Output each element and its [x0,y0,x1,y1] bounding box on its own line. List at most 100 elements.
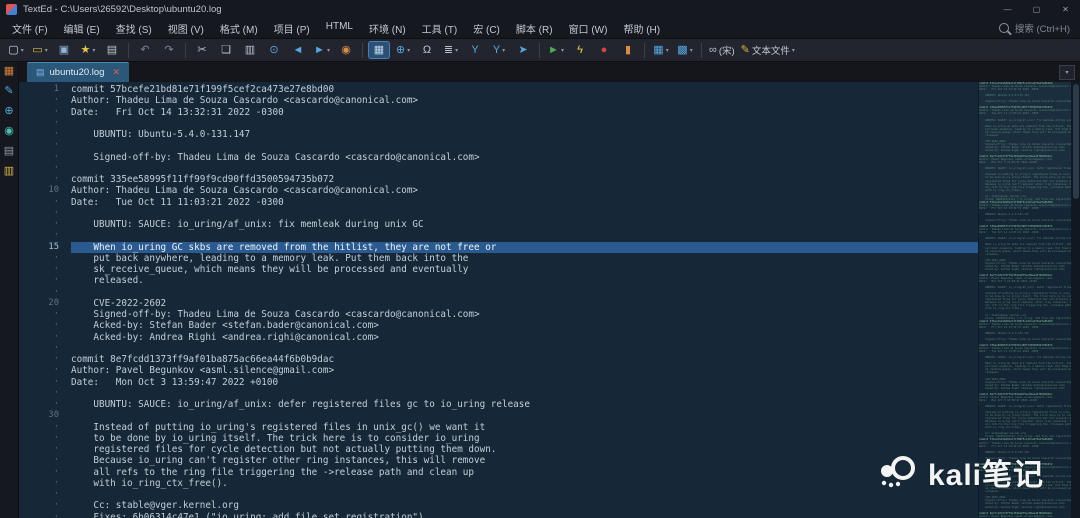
toolbar-filter-button[interactable]: Y [464,41,486,59]
code-line-text[interactable]: commit 8e7fcdd1373ff9af01ba875ac66ea44f6… [71,354,978,365]
scrollbar-thumb[interactable] [1072,84,1079,199]
code-line[interactable]: · [19,287,978,298]
line-number[interactable]: · [19,388,71,399]
line-number[interactable]: 1 [19,84,71,95]
vertical-scrollbar[interactable] [1071,82,1080,518]
code-line[interactable]: · Acked-by: Stefan Bader <stefan.bader@c… [19,320,978,331]
code-line-text[interactable]: When io_uring GC skbs are removed from t… [71,241,978,253]
code-line[interactable]: · sk_receive_queue, which means they wil… [19,264,978,275]
code-line[interactable]: 30 [19,410,978,421]
code-line-text[interactable]: with io_ring_ctx_free(). [71,478,978,489]
code-line-text[interactable]: CVE-2022-2602 [71,298,978,309]
menu-project[interactable]: 项目 (P) [266,21,318,36]
toolbar-quick-run-button[interactable]: ϟ [569,41,591,59]
code-line-text[interactable]: Signed-off-by: Thadeu Lima de Souza Casc… [71,152,978,163]
code-line[interactable]: · commit 8e7fcdd1373ff9af01ba875ac66ea44f… [19,354,978,365]
line-number[interactable]: · [19,320,71,331]
code-line[interactable]: 10 Author: Thadeu Lima de Souza Cascardo … [19,185,978,196]
line-number[interactable]: · [19,107,71,118]
code-line[interactable]: · all refs to the ring file triggering t… [19,467,978,478]
line-number[interactable]: · [19,230,71,241]
line-number[interactable]: · [19,163,71,174]
maximize-button[interactable]: ▢ [1022,0,1051,18]
line-number[interactable]: · [19,478,71,489]
sidebar-explorer-icon[interactable]: ▦ [4,66,14,77]
close-button[interactable]: ✕ [1051,0,1080,18]
toolbar-run-button[interactable]: ► ▾ [545,41,567,59]
line-number[interactable]: · [19,253,71,264]
code-line-text[interactable] [71,489,978,500]
code-line[interactable]: · UBUNTU: SAUCE: io_uring/af_unix: defer… [19,399,978,410]
code-line[interactable]: · Signed-off-by: Thadeu Lima de Souza Ca… [19,309,978,320]
toolbar-font-style-button[interactable]: ∞ (宋) [707,41,737,59]
code-line[interactable]: · [19,118,978,129]
line-number[interactable]: · [19,399,71,410]
code-line[interactable]: · Date: Fri Oct 14 13:32:31 2022 -0300 [19,107,978,118]
code-line[interactable]: · [19,140,978,151]
line-number[interactable]: 20 [19,298,71,309]
code-line[interactable]: · Because io_uring can't register other … [19,455,978,466]
code-line[interactable]: · Signed-off-by: Thadeu Lima de Souza Ca… [19,152,978,163]
line-number[interactable]: · [19,197,71,208]
menu-environment[interactable]: 环境 (N) [361,21,414,36]
sidebar-web-icon[interactable]: ⊕ [4,106,13,117]
toolbar-special-symbols-button[interactable]: Ω [416,41,438,59]
code-line-text[interactable]: Date: Fri Oct 14 13:32:31 2022 -0300 [71,107,978,118]
code-line-text[interactable]: Author: Thadeu Lima de Souza Cascardo <c… [71,185,978,196]
menu-macro[interactable]: 宏 (C) [465,21,508,36]
toolbar-open-file-button[interactable]: ▭ ▾ [29,41,51,59]
code-line-text[interactable] [71,388,978,399]
toolbar-save-button[interactable]: ▣ [53,41,75,59]
line-number[interactable]: · [19,219,71,230]
line-number[interactable]: · [19,354,71,365]
line-number[interactable]: · [19,174,71,185]
menu-window[interactable]: 窗口 (W) [561,21,616,36]
code-line-text[interactable]: Author: Pavel Begunkov <asml.silence@gma… [71,365,978,376]
toolbar-goto-button[interactable]: ➤ [512,41,534,59]
toolbar-stop-macro-button[interactable]: ▮ [617,41,639,59]
menu-search[interactable]: 查找 (S) [108,21,160,36]
menu-tools[interactable]: 工具 (T) [414,21,466,36]
menu-search-box[interactable]: 搜索 (Ctrl+H) [998,18,1070,38]
line-number[interactable]: · [19,455,71,466]
code-line[interactable]: · Instead of putting io_uring's register… [19,422,978,433]
code-line[interactable]: · UBUNTU: SAUCE: io_uring/af_unix: fix m… [19,219,978,230]
line-number[interactable]: · [19,264,71,275]
toolbar-encoding-button[interactable]: ⊕ ▾ [392,41,414,59]
menu-html[interactable]: HTML [318,21,361,36]
code-line[interactable]: 15 When io_uring GC skbs are removed fro… [19,241,978,253]
menu-edit[interactable]: 编辑 (E) [56,21,108,36]
line-number[interactable]: 10 [19,185,71,196]
line-number[interactable]: · [19,152,71,163]
code-line[interactable]: 20 CVE-2022-2602 [19,298,978,309]
code-line-text[interactable]: Instead of putting io_uring's registered… [71,422,978,433]
code-line[interactable]: · registered files for cycle detection b… [19,444,978,455]
code-line-text[interactable]: put back anywhere, leading to a memory l… [71,253,978,264]
code-line-text[interactable]: commit 335ee58995f11ff99f9cd90ffd3500594… [71,174,978,185]
code-line-text[interactable]: Author: Thadeu Lima de Souza Cascardo <c… [71,95,978,106]
code-line[interactable]: · UBUNTU: Ubuntu-5.4.0-131.147 [19,129,978,140]
toolbar-new-file-button[interactable]: ▢ ▾ [5,41,27,59]
toolbar-block-select-button[interactable]: ▦ [368,41,390,59]
code-line[interactable]: · released. [19,275,978,286]
sidebar-disc-icon[interactable]: ◉ [4,126,14,137]
code-line[interactable]: · [19,230,978,241]
toolbar-bookmark-button[interactable]: ◉ [335,41,357,59]
code-line[interactable]: · [19,388,978,399]
code-line-text[interactable]: UBUNTU: Ubuntu-5.4.0-131.147 [71,129,978,140]
toolbar-navigate-back-button[interactable]: ◄ [287,41,309,59]
minimize-button[interactable]: — [993,0,1022,18]
line-number[interactable]: · [19,129,71,140]
code-line-text[interactable]: Date: Tue Oct 11 11:03:21 2022 -0300 [71,197,978,208]
menu-format[interactable]: 格式 (M) [212,21,266,36]
line-number[interactable]: · [19,208,71,219]
minimap-viewport[interactable] [979,82,1071,209]
code-line-text[interactable]: Because io_uring can't register other ri… [71,455,978,466]
code-line-text[interactable]: Date: Mon Oct 3 13:59:47 2022 +0100 [71,377,978,388]
toolbar-split-view-button[interactable]: ▩ ▾ [674,41,696,59]
code-line-text[interactable]: all refs to the ring file triggering the… [71,467,978,478]
code-line[interactable]: 1 commit 57bcefe21bd81e71f199f5cef2ca473e… [19,84,978,95]
code-line-text[interactable] [71,287,978,298]
toolbar-undo-button[interactable]: ↶ [134,41,156,59]
line-number[interactable]: · [19,467,71,478]
